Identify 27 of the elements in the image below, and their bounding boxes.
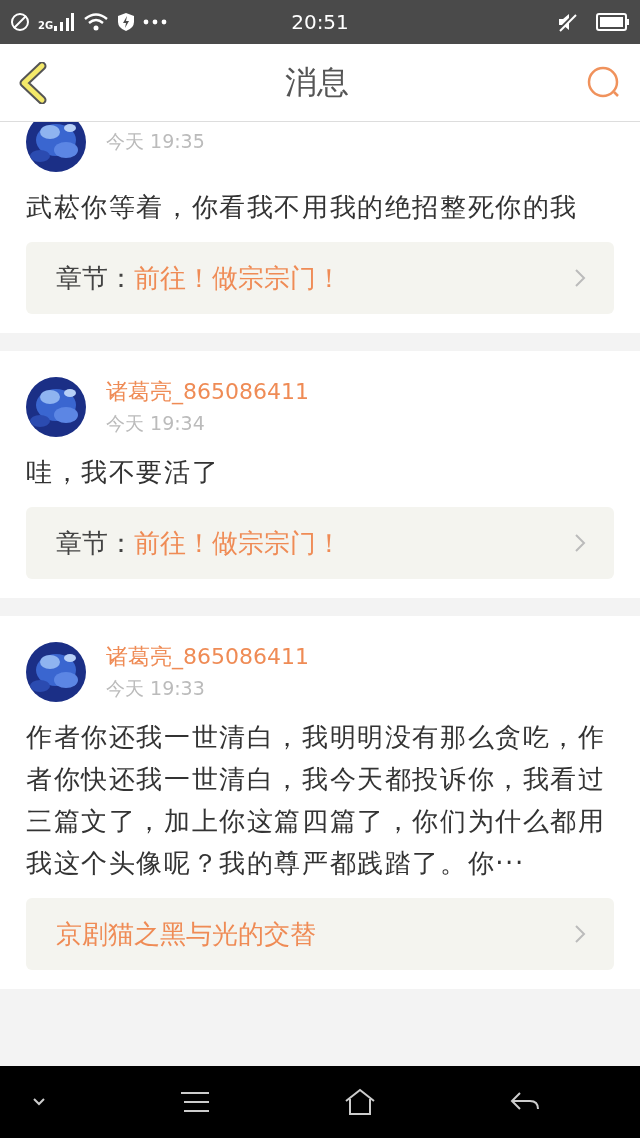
signal-icon (53, 12, 76, 32)
username[interactable]: 诸葛亮_865086411 (106, 642, 309, 672)
chevron-right-icon (574, 533, 586, 553)
chevron-down-icon[interactable] (32, 1097, 46, 1107)
page-title: 消息 (285, 61, 349, 103)
wifi-icon (83, 12, 110, 32)
battery-icon (596, 13, 630, 31)
message-text: 武菘你等着，你看我不用我的绝招整死你的我 (26, 191, 579, 224)
message-text: 哇，我不要活了 (26, 456, 221, 489)
menu-icon[interactable] (180, 1091, 210, 1113)
timestamp: 今天 19:34 (106, 411, 206, 436)
chapter-link[interactable]: 章节：前往！做宗宗门！ (26, 507, 614, 579)
shield-icon (117, 12, 136, 32)
mute-icon (556, 11, 578, 33)
more-icon (143, 19, 168, 25)
home-icon[interactable] (344, 1088, 376, 1116)
network-type: 2G (38, 20, 54, 31)
clock: 20:51 (291, 10, 349, 34)
message-text: 作者你还我一世清白，我明明没有那么贪吃，作者你快还我一世清白，我今天都投诉你，我看过三篇文了，加上你这篇四篇了，你们为什么都用我这个头像呢？我的尊严都践踏了。你··· (26, 721, 607, 880)
timestamp: 今天 19:33 (106, 676, 206, 701)
chapter-link[interactable]: 京剧猫之黑与光的交替 (26, 898, 614, 970)
timestamp: 今天 19:35 (106, 129, 205, 154)
username[interactable]: 诸葛亮_865086411 (106, 377, 309, 407)
chevron-right-icon (574, 268, 586, 288)
chapter-link[interactable]: 章节：前往！做宗宗门！ (26, 242, 614, 314)
chevron-right-icon (574, 924, 586, 944)
no-sign-icon (10, 12, 30, 32)
